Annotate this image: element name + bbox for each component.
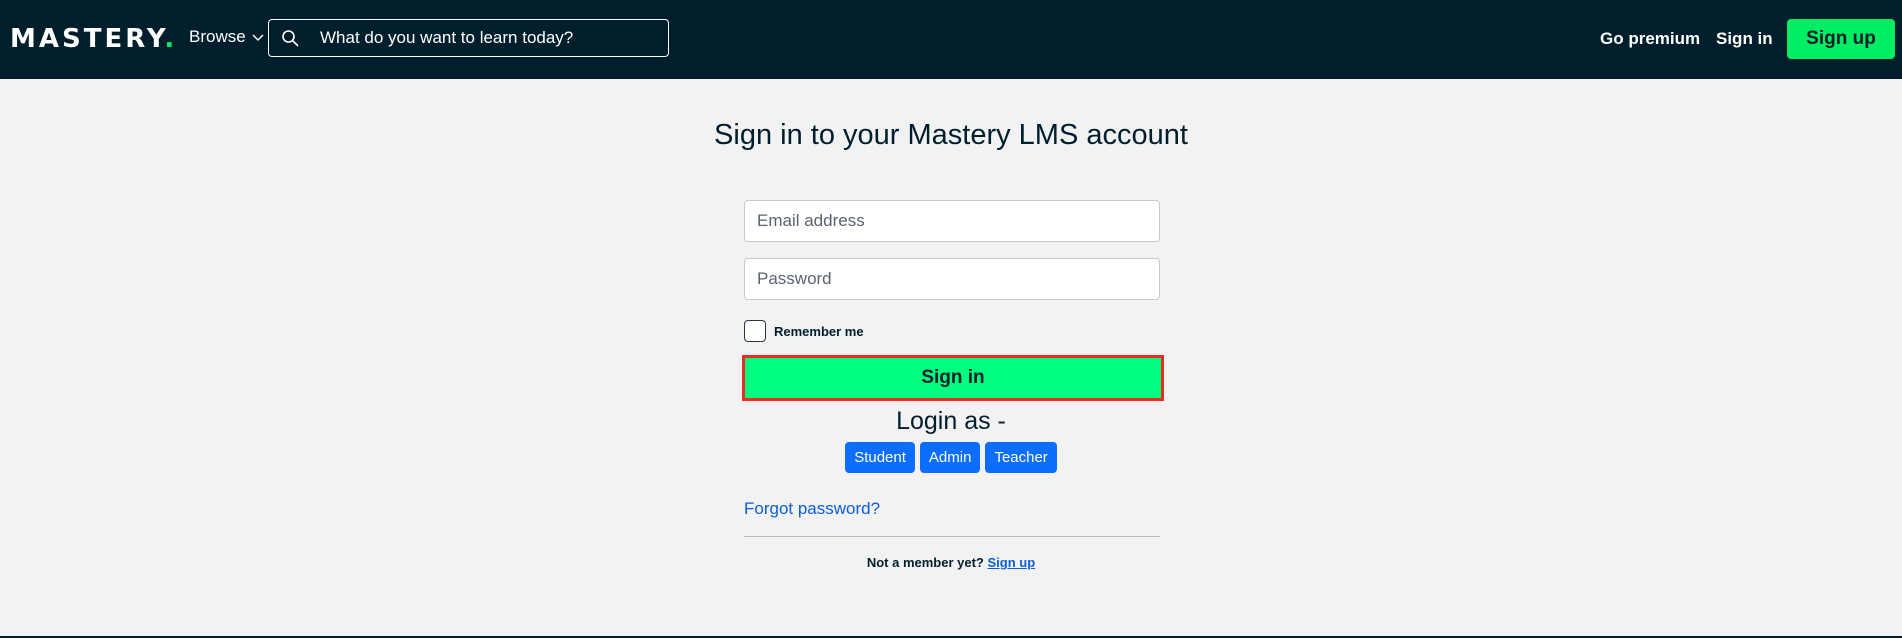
form-divider bbox=[744, 536, 1160, 537]
sign-in-button-highlight: Sign in bbox=[742, 355, 1164, 401]
forgot-password-link[interactable]: Forgot password? bbox=[744, 499, 880, 519]
top-navigation-bar: MASTERY. Browse Go premium Sign in Sign … bbox=[0, 0, 1902, 79]
login-as-student-button[interactable]: Student bbox=[845, 442, 915, 473]
email-field[interactable] bbox=[744, 200, 1160, 242]
header-sign-up-button[interactable]: Sign up bbox=[1787, 19, 1895, 59]
mastery-logo[interactable]: MASTERY. bbox=[10, 24, 177, 54]
logo-dot: . bbox=[164, 24, 178, 54]
sign-up-prompt: Not a member yet? Sign up bbox=[0, 555, 1902, 570]
login-as-role-buttons: Student Admin Teacher bbox=[0, 442, 1902, 473]
login-as-heading: Login as - bbox=[896, 407, 1006, 435]
search-bar bbox=[268, 19, 669, 57]
browse-menu[interactable]: Browse bbox=[189, 27, 264, 47]
login-as-teacher-button[interactable]: Teacher bbox=[985, 442, 1057, 473]
sign-up-link[interactable]: Sign up bbox=[988, 555, 1036, 570]
logo-text: MASTERY bbox=[10, 24, 165, 54]
page-title: Sign in to your Mastery LMS account bbox=[714, 119, 1188, 151]
sign-in-button[interactable]: Sign in bbox=[745, 358, 1161, 398]
search-input[interactable] bbox=[320, 20, 660, 56]
password-field[interactable] bbox=[744, 258, 1160, 300]
go-premium-link[interactable]: Go premium bbox=[1600, 29, 1700, 49]
remember-me-row: Remember me bbox=[744, 320, 864, 342]
header-sign-in-link[interactable]: Sign in bbox=[1716, 29, 1773, 49]
browse-label: Browse bbox=[189, 27, 246, 46]
sign-up-prompt-text: Not a member yet? bbox=[866, 555, 984, 570]
remember-me-label: Remember me bbox=[774, 323, 864, 339]
chevron-down-icon bbox=[252, 34, 264, 41]
remember-me-checkbox[interactable] bbox=[744, 320, 766, 342]
login-as-admin-button[interactable]: Admin bbox=[919, 442, 981, 473]
search-icon[interactable] bbox=[281, 29, 299, 47]
